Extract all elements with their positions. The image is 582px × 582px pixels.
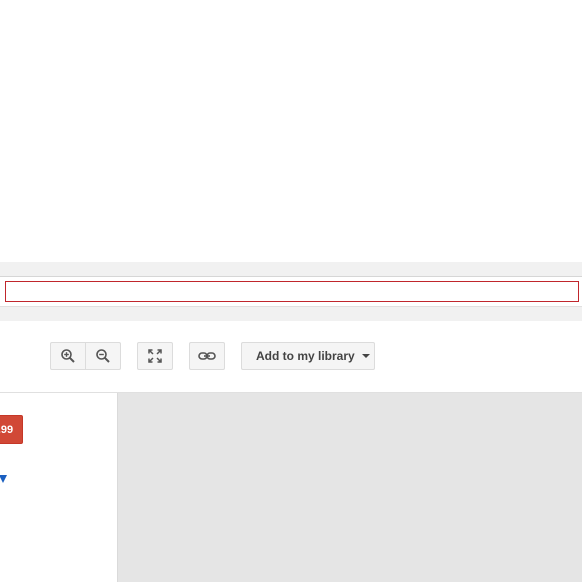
link-icon xyxy=(198,350,216,362)
dropdown-arrow-icon[interactable] xyxy=(0,475,7,483)
add-to-library-button[interactable]: Add to my library xyxy=(241,342,375,370)
search-input[interactable] xyxy=(5,281,579,302)
book-viewer-area xyxy=(118,393,582,582)
zoom-in-icon xyxy=(60,348,76,364)
buy-price-button[interactable]: .99 xyxy=(0,415,23,444)
subheader-gray-band xyxy=(0,306,582,321)
zoom-out-icon xyxy=(95,348,111,364)
header-gray-band xyxy=(0,262,582,276)
link-button[interactable] xyxy=(189,342,225,370)
add-to-library-label: Add to my library xyxy=(256,349,355,363)
zoom-in-button[interactable] xyxy=(50,342,86,370)
fullscreen-icon xyxy=(147,348,163,364)
zoom-out-button[interactable] xyxy=(85,342,121,370)
chevron-down-icon xyxy=(361,354,370,358)
page: Add to my library .99 xyxy=(0,0,582,582)
fullscreen-button[interactable] xyxy=(137,342,173,370)
blank-content-area xyxy=(0,0,582,262)
price-label: .99 xyxy=(0,423,14,436)
